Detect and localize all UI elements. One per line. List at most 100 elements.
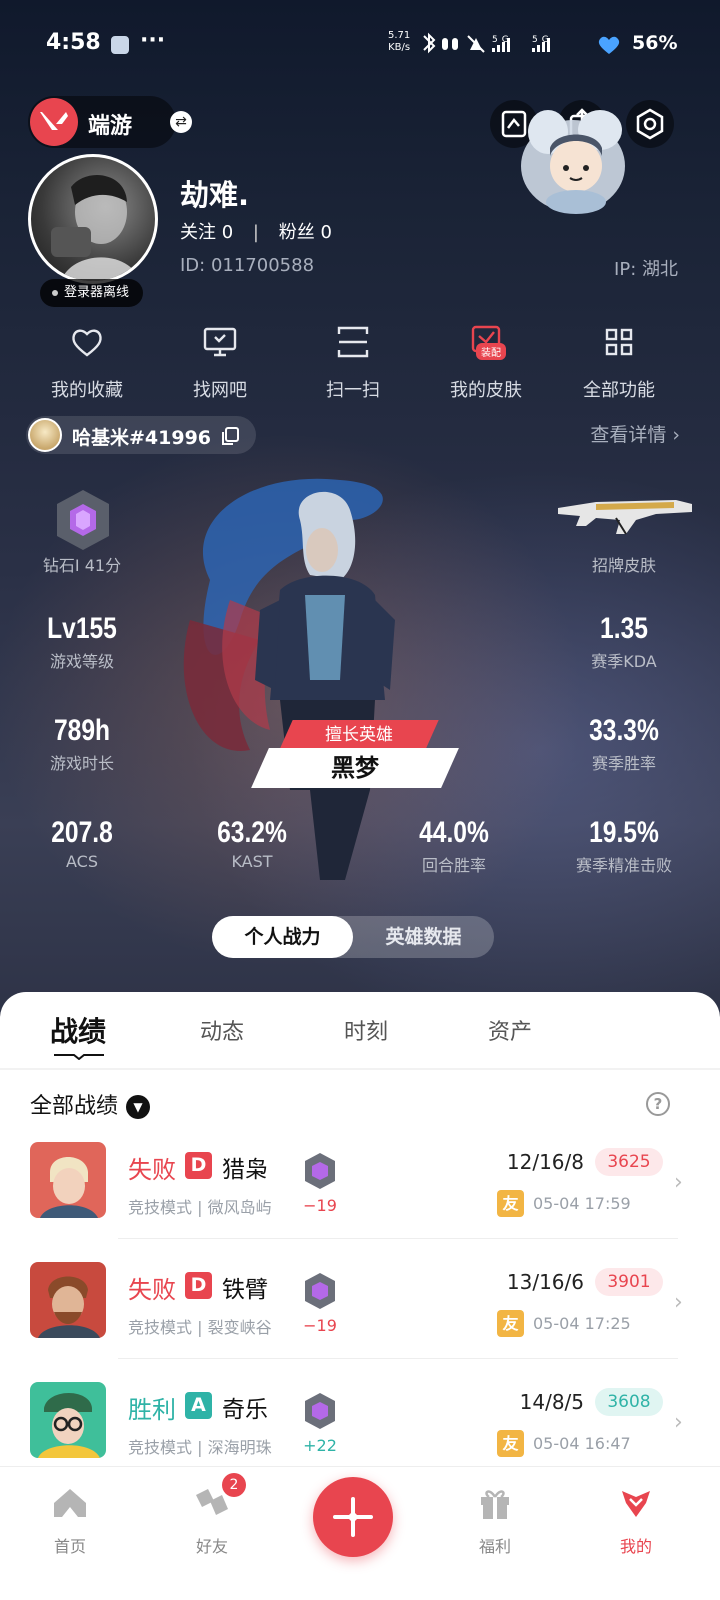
follow-link[interactable]: 关注 0: [180, 222, 233, 243]
help-icon[interactable]: ?: [646, 1092, 670, 1116]
tab-moments[interactable]: 时刻: [344, 1014, 388, 1046]
tab-assets[interactable]: 资产: [488, 1014, 532, 1046]
battery-percent: 56%: [632, 32, 678, 54]
tab-feed[interactable]: 动态: [200, 1014, 244, 1046]
content-tabs: 战绩 动态 时刻 资产: [0, 992, 720, 1068]
notification-app-icon: [111, 36, 129, 54]
scan-icon: [337, 326, 369, 358]
battery-heart-icon: [598, 36, 620, 54]
stat-winrate: 33.3% 赛季胜率: [544, 714, 704, 774]
more-notifications-icon: ···: [140, 28, 166, 53]
stat-label: 回合胜率: [421, 856, 486, 875]
match-row[interactable]: 失败 D 铁臂 竞技模式 | 裂变峡谷 −19 13/16/6 3901 友 0…: [0, 1262, 720, 1382]
stat-level: Lv155 游戏等级: [2, 612, 162, 672]
stat-value: 789h: [53, 714, 111, 747]
best-hero-tag: 擅长英雄: [279, 720, 439, 750]
monitor-icon: [203, 327, 237, 357]
equip-badge: 装配: [476, 343, 506, 360]
quick-action-skins[interactable]: 我的皮肤: [416, 322, 556, 402]
offline-text: 登录器离线: [64, 285, 130, 300]
quick-action-all[interactable]: 全部功能: [549, 322, 689, 402]
fans-link[interactable]: 粉丝 0: [279, 222, 332, 243]
quick-action-scan[interactable]: 扫一扫: [283, 322, 423, 402]
nav-mine[interactable]: 我的: [586, 1483, 686, 1557]
row-divider: [118, 1358, 678, 1359]
diamond-rank-icon: [305, 1393, 335, 1429]
agent-avatar-sova: [30, 1142, 106, 1218]
valorant-logo-icon: [30, 98, 78, 146]
match-result: 胜利: [128, 1396, 176, 1424]
status-time: 4:58: [46, 30, 101, 55]
stat-label: KAST: [231, 852, 273, 871]
network-speed-value: 5.71: [388, 30, 411, 41]
gift-icon: [481, 1490, 509, 1519]
segment-hero-data[interactable]: 英雄数据: [353, 916, 494, 958]
stat-value: Lv155: [47, 612, 117, 645]
agent-avatar-killjoy: [30, 1382, 106, 1458]
match-grade: A: [185, 1392, 212, 1419]
stat-value: 33.3%: [589, 714, 659, 747]
nav-friends[interactable]: 好友: [162, 1483, 262, 1557]
launcher-offline-badge: 登录器离线: [40, 279, 144, 307]
match-score-badge: 3625: [595, 1148, 663, 1176]
follow-label: 关注: [180, 222, 216, 243]
plus-icon: [333, 1497, 373, 1537]
game-switcher[interactable]: 端游 ⇄: [28, 96, 192, 148]
match-mode-map: 竞技模式 | 裂变峡谷: [128, 1318, 272, 1337]
match-mode-map: 竞技模式 | 微风岛屿: [128, 1198, 272, 1217]
stat-headshot: 19.5% 赛季精准击败: [544, 816, 704, 876]
create-post-button[interactable]: [313, 1477, 393, 1557]
home-icon: [54, 1489, 86, 1517]
segment-personal-power[interactable]: 个人战力: [212, 916, 353, 958]
user-id: ID: 011700588: [180, 255, 315, 276]
copy-icon[interactable]: [220, 426, 240, 446]
network-speed: 5.71 KB/s: [388, 30, 410, 54]
match-result: 失败: [128, 1156, 176, 1184]
profile-hero: 4:58 ··· 5.71 KB/s 5G 5G 56% 端游 ⇄ 登录器离线 …: [0, 0, 720, 1030]
nav-label: 好友: [195, 1537, 228, 1556]
nav-label: 福利: [478, 1537, 511, 1556]
quick-action-netcafe[interactable]: 找网吧: [150, 322, 290, 402]
match-result: 失败: [128, 1276, 176, 1304]
nav-label: 我的: [619, 1537, 652, 1556]
diamond-rank-icon: [305, 1273, 335, 1309]
best-hero-name: 黑梦: [331, 754, 379, 782]
quick-action-label: 扫一扫: [326, 380, 380, 401]
stat-value: 207.8: [51, 816, 113, 849]
match-agent: 铁臂: [222, 1277, 268, 1303]
best-hero-name-box: 黑梦: [251, 748, 459, 788]
user-avatar[interactable]: [28, 154, 158, 284]
rank-text: 钻石I 41分: [42, 556, 122, 575]
row-divider: [118, 1238, 678, 1239]
status-bar: 4:58 ··· 5.71 KB/s 5G 5G 56%: [0, 28, 720, 62]
match-row[interactable]: 失败 D 猎枭 竞技模式 | 微风岛屿 −19 12/16/8 3625 友 0…: [0, 1142, 720, 1262]
tab-records[interactable]: 战绩: [50, 1010, 106, 1050]
friend-badge: 友: [497, 1310, 524, 1337]
quick-action-label: 找网吧: [193, 380, 247, 401]
stat-kast: 63.2% KAST: [172, 816, 332, 871]
nav-welfare[interactable]: 福利: [445, 1483, 545, 1557]
stat-label: 游戏等级: [49, 652, 114, 671]
diamond-rank-icon: [305, 1153, 335, 1189]
stat-label: 游戏时长: [49, 754, 114, 773]
match-time: 05-04 17:25: [533, 1314, 631, 1333]
best-hero-banner[interactable]: 擅长英雄 黑梦: [250, 720, 460, 790]
records-filter-dropdown[interactable]: 全部战绩 ▼: [30, 1088, 151, 1120]
match-agent: 奇乐: [222, 1397, 268, 1423]
tabs-divider: [0, 1068, 720, 1070]
match-rr-change: −19: [303, 1316, 337, 1335]
follow-stats: 关注 0 | 粉丝 0: [180, 218, 332, 244]
friends-count-badge: 2: [222, 1473, 246, 1497]
player-tag[interactable]: 哈基米#41996: [26, 416, 256, 454]
nav-home[interactable]: 首页: [20, 1483, 120, 1557]
stat-round-win: 44.0% 回合胜率: [374, 816, 534, 876]
fans-label: 粉丝: [278, 222, 315, 243]
chevron-down-icon: ▼: [126, 1095, 151, 1119]
chevron-right-icon: ›: [674, 1170, 683, 1195]
view-details-link[interactable]: 查看详情 ›: [590, 420, 680, 447]
match-kda: 13/16/6: [506, 1270, 584, 1294]
quick-action-favorites[interactable]: 我的收藏: [17, 322, 157, 402]
match-mode-map: 竞技模式 | 深海明珠: [128, 1438, 272, 1457]
game-name: 端游: [88, 114, 133, 139]
status-icons: 5G 5G: [420, 32, 595, 61]
